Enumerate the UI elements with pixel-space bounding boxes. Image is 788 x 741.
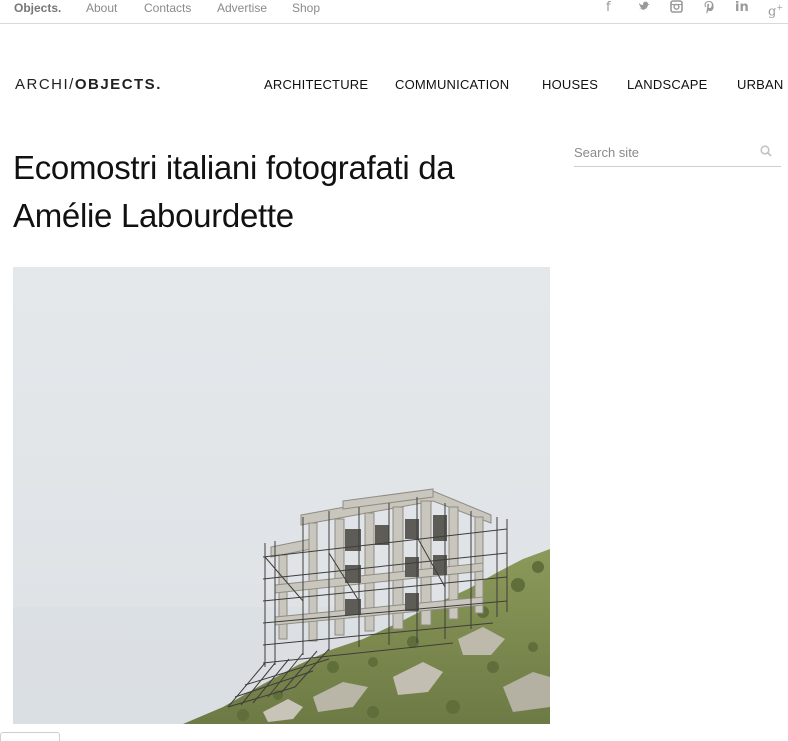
- facebook-icon[interactable]: f: [606, 0, 611, 16]
- top-link-shop[interactable]: Shop: [292, 1, 320, 15]
- instagram-icon[interactable]: [670, 0, 683, 18]
- search-box: [574, 140, 781, 167]
- top-link-objects[interactable]: Objects.: [14, 1, 61, 15]
- googleplus-icon[interactable]: g+: [768, 0, 783, 20]
- twitter-icon[interactable]: [638, 0, 651, 17]
- pinterest-icon[interactable]: [703, 0, 715, 19]
- site-logo[interactable]: ARCHI/OBJECTS.: [15, 76, 162, 93]
- search-input[interactable]: [574, 142, 754, 162]
- article-title: Ecomostri italiani fotografati da Amélie…: [13, 144, 553, 240]
- nav-item-landscape[interactable]: LANDSCAPE: [627, 77, 708, 92]
- nav-item-architecture[interactable]: ARCHITECTURE: [264, 77, 368, 92]
- nav-item-urban[interactable]: URBAN: [737, 77, 784, 92]
- top-bar: Objects. About Contacts Advertise Shop f…: [0, 0, 788, 24]
- top-link-about[interactable]: About: [86, 1, 117, 15]
- article-hero-image: [13, 267, 550, 724]
- linkedin-icon[interactable]: in: [735, 0, 749, 16]
- article-title-line2: Amélie Labourdette: [13, 197, 294, 234]
- content-tab[interactable]: [0, 732, 60, 741]
- article-title-line1: Ecomostri italiani fotografati da: [13, 149, 455, 186]
- search-icon[interactable]: [760, 145, 772, 157]
- logo-text-objects: OBJECTS.: [74, 76, 162, 93]
- top-link-advertise[interactable]: Advertise: [217, 1, 267, 15]
- top-link-contacts[interactable]: Contacts: [144, 1, 191, 15]
- logo-text-archi: ARCHI: [15, 76, 70, 93]
- nav-item-houses[interactable]: HOUSES: [542, 77, 598, 92]
- nav-item-communication[interactable]: COMMUNICATION: [395, 77, 509, 92]
